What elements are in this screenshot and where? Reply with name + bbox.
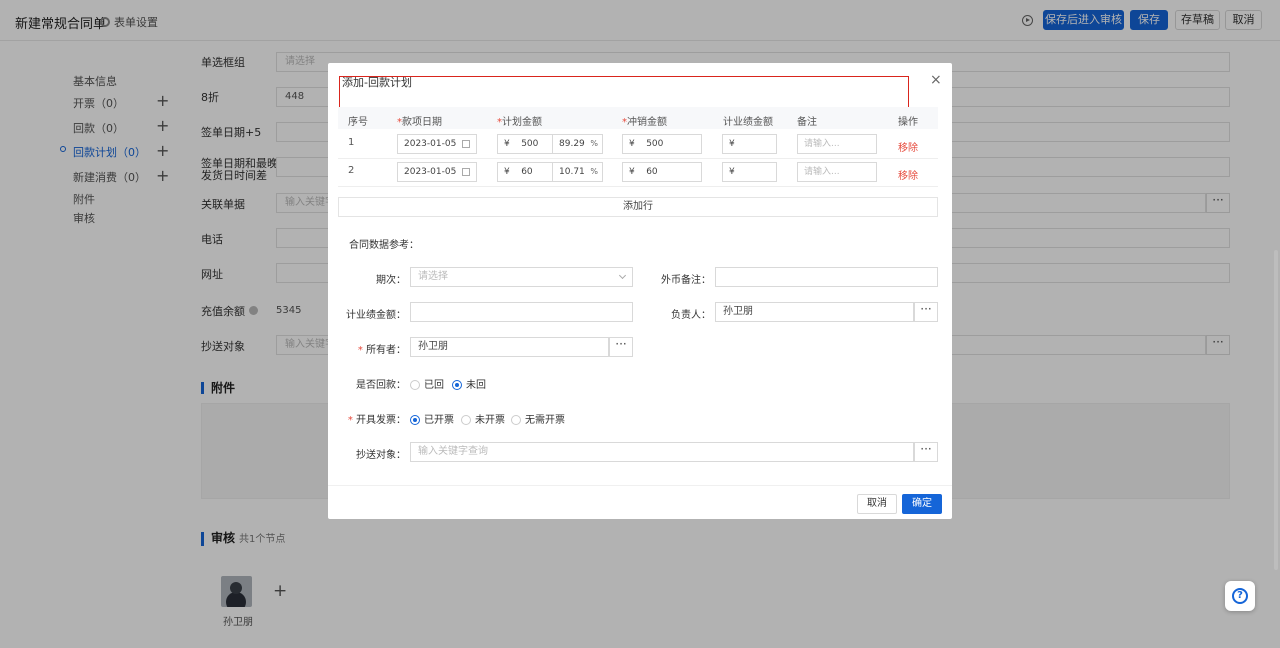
modal-cc-placeholder: 输入关键字查询 (418, 446, 488, 457)
modal-cancel-button[interactable]: 取消 (857, 494, 897, 514)
table-row: 1 2023-01-05 ¥ 500 89.29% ¥ 500 ¥ 请输入...… (338, 131, 938, 159)
plan-percent-value: 89.29 (559, 139, 585, 149)
plan-percent-value: 10.71 (559, 167, 585, 177)
radio-label: 未开票 (475, 415, 505, 426)
modal-footer-divider (328, 485, 952, 486)
remark-placeholder: 请输入... (804, 167, 840, 177)
add-row-button[interactable]: 添加行 (338, 197, 938, 217)
radio-circle-icon (410, 380, 420, 390)
col-date-label: 款项日期 (402, 117, 442, 128)
row-index: 1 (348, 137, 355, 148)
plan-amount-input[interactable]: ¥ 60 (497, 162, 553, 182)
perf-amount-input[interactable]: ¥ (722, 134, 777, 154)
calendar-icon (462, 168, 470, 176)
offset-amount-value: 60 (646, 167, 658, 177)
offset-amount-input[interactable]: ¥ 60 (622, 162, 702, 182)
perf-amount-input[interactable]: ¥ (722, 162, 777, 182)
percent-sign: % (590, 167, 598, 176)
col-offset-amount-label: 冲销金额 (627, 117, 667, 128)
date-picker[interactable]: 2023-01-05 (397, 134, 477, 154)
perf-amount-field[interactable] (410, 302, 633, 322)
currency-symbol: ¥ (504, 139, 510, 149)
title-highlight-box (339, 76, 909, 108)
col-plan-amount-label: 计划金额 (502, 117, 542, 128)
page-scrollbar[interactable] (1274, 250, 1278, 570)
currency-symbol: ¥ (729, 167, 735, 177)
remove-row-link[interactable]: 移除 (898, 139, 918, 154)
radio-no-invoice-needed[interactable]: 无需开票 (511, 411, 565, 426)
contract-ref-label: 合同数据参考： (349, 240, 419, 251)
returned-label: 是否回款： (356, 380, 406, 391)
radio-label: 已回 (424, 380, 444, 391)
payment-plan-modal: 添加-回款计划 × 序号 *款项日期 *计划金额 *冲销金额 计业绩金额 备注 … (328, 63, 952, 519)
plan-amount-input[interactable]: ¥ 500 (497, 134, 553, 154)
owner-more-icon[interactable]: ··· (609, 337, 633, 357)
col-remark: 备注 (797, 117, 817, 128)
percent-sign: % (590, 139, 598, 148)
date-value: 2023-01-05 (404, 139, 457, 149)
remove-row-link[interactable]: 移除 (898, 167, 918, 182)
owner-person-label: 负责人： (671, 310, 711, 321)
plan-percent-input[interactable]: 10.71% (552, 162, 603, 182)
modal-cc-more-icon[interactable]: ··· (914, 442, 938, 462)
date-value: 2023-01-05 (404, 167, 457, 177)
period-label: 期次： (376, 275, 406, 286)
table-row: 2 2023-01-05 ¥ 60 10.71% ¥ 60 ¥ 请输入... 移… (338, 159, 938, 187)
owner-label: * 所有者： (357, 345, 406, 356)
owner-label-text: 所有者： (366, 345, 406, 356)
currency-symbol: ¥ (504, 167, 510, 177)
invoice-label: * 开具发票： (347, 415, 406, 426)
col-date: *款项日期 (397, 117, 442, 128)
row-index: 2 (348, 165, 355, 176)
modal-cc-input[interactable]: 输入关键字查询 (410, 442, 914, 462)
calendar-icon (462, 140, 470, 148)
col-plan-amount: *计划金额 (497, 117, 542, 128)
radio-selected-icon (452, 380, 462, 390)
remark-input[interactable]: 请输入... (797, 134, 877, 154)
chevron-down-icon (618, 271, 627, 280)
radio-label: 无需开票 (525, 415, 565, 426)
offset-amount-input[interactable]: ¥ 500 (622, 134, 702, 154)
plan-percent-input[interactable]: 89.29% (552, 134, 603, 154)
radio-invoiced[interactable]: 已开票 (410, 411, 454, 426)
currency-symbol: ¥ (629, 167, 635, 177)
radio-label: 已开票 (424, 415, 454, 426)
col-action: 操作 (898, 117, 918, 128)
radio-not-invoiced[interactable]: 未开票 (461, 411, 505, 426)
perf-amount-label: 计业绩金额： (346, 310, 406, 321)
radio-returned-yes[interactable]: 已回 (410, 376, 444, 391)
owner-person-input[interactable]: 孙卫朋 (715, 302, 914, 322)
radio-circle-icon (511, 415, 521, 425)
currency-symbol: ¥ (629, 139, 635, 149)
period-select[interactable]: 请选择 (410, 267, 633, 287)
help-button[interactable]: ? (1225, 581, 1255, 611)
table-header: 序号 *款项日期 *计划金额 *冲销金额 计业绩金额 备注 操作 (338, 107, 938, 129)
col-offset-amount: *冲销金额 (622, 117, 667, 128)
period-placeholder: 请选择 (418, 271, 448, 282)
offset-amount-value: 500 (646, 139, 664, 149)
remark-placeholder: 请输入... (804, 139, 840, 149)
fx-remark-label: 外币备注： (661, 275, 711, 286)
date-picker[interactable]: 2023-01-05 (397, 162, 477, 182)
col-perf-amount: 计业绩金额 (723, 117, 773, 128)
fx-remark-input[interactable] (715, 267, 938, 287)
modal-cc-label: 抄送对象： (356, 450, 406, 461)
question-icon: ? (1232, 588, 1248, 604)
currency-symbol: ¥ (729, 139, 735, 149)
plan-amount-value: 500 (521, 139, 539, 149)
owner-person-more-icon[interactable]: ··· (914, 302, 938, 322)
plan-amount-value: 60 (521, 167, 533, 177)
remark-input[interactable]: 请输入... (797, 162, 877, 182)
invoice-label-text: 开具发票： (356, 415, 406, 426)
owner-input[interactable]: 孙卫朋 (410, 337, 609, 357)
modal-confirm-button[interactable]: 确定 (902, 494, 942, 514)
radio-circle-icon (461, 415, 471, 425)
radio-returned-no[interactable]: 未回 (452, 376, 486, 391)
radio-label: 未回 (466, 380, 486, 391)
radio-selected-icon (410, 415, 420, 425)
close-icon[interactable]: × (930, 72, 942, 88)
col-index: 序号 (348, 117, 368, 128)
